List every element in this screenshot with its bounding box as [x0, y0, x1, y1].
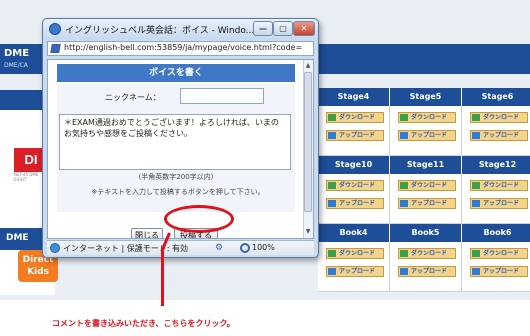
upload-button[interactable]: アップロード — [470, 266, 528, 277]
grid-cell: ダウンロード アップロード — [462, 174, 530, 224]
upload-button[interactable]: アップロード — [326, 130, 384, 141]
submit-highlight-circle — [164, 205, 234, 233]
upload-icon — [400, 200, 408, 207]
download-button[interactable]: ダウンロード — [470, 180, 528, 191]
download-icon — [328, 114, 336, 121]
upload-button[interactable]: アップロード — [398, 130, 456, 141]
grid-cell: ダウンロード アップロード — [318, 174, 390, 224]
download-button[interactable]: ダウンロード — [326, 112, 384, 123]
zoom-icon[interactable] — [240, 243, 250, 253]
download-icon — [400, 182, 408, 189]
instruction-text: ※テキストを入力して投稿するボタンを押して下さい。 — [91, 188, 265, 196]
download-icon — [400, 114, 408, 121]
site-subtitle: DME/CA — [4, 62, 28, 69]
grid-cell: ダウンロード アップロード — [390, 174, 462, 224]
grid-cell: ダウンロード アップロード — [390, 242, 462, 292]
download-button[interactable]: ダウンロード — [398, 112, 456, 123]
grid-header: Stage6 — [462, 88, 530, 106]
download-icon — [472, 182, 480, 189]
upload-icon — [472, 268, 480, 275]
upload-button[interactable]: アップロード — [398, 266, 456, 277]
download-icon — [400, 250, 408, 257]
minimize-button[interactable]: — — [253, 21, 273, 36]
grid-header: Stage11 — [390, 156, 462, 174]
upload-icon — [472, 132, 480, 139]
char-limit-hint: (半角英数字200字以内) — [138, 173, 214, 181]
nickname-label: ニックネーム： — [105, 93, 161, 102]
upload-icon — [328, 200, 336, 207]
grid-cell: ダウンロード アップロード — [462, 106, 530, 156]
upload-button[interactable]: アップロード — [470, 130, 528, 141]
status-text: インターネット | 保護モード: 有効 — [63, 244, 189, 253]
status-bar: インターネット | 保護モード: 有効 ⚙ 100% — [47, 240, 314, 255]
scroll-down-icon[interactable]: ▼ — [304, 227, 312, 236]
maximize-button[interactable]: ▢ — [273, 21, 293, 36]
annotation-caption: コメントを書き込みいただき、こちらをクリック。 — [52, 319, 235, 328]
band-label: DME — [6, 233, 29, 243]
download-button[interactable]: ダウンロード — [398, 180, 456, 191]
address-bar[interactable]: http://english-bell.com:53859/ja/mypage/… — [47, 41, 314, 56]
annotation-arrow-line — [161, 251, 164, 306]
download-icon — [328, 182, 336, 189]
download-button[interactable]: ダウンロード — [326, 248, 384, 259]
upload-icon — [328, 132, 336, 139]
upload-icon — [472, 200, 480, 207]
scroll-thumb[interactable] — [304, 72, 312, 212]
grid-header: Stage4 — [318, 88, 390, 106]
voice-form: ニックネーム： ＊EXAM通過おめでとうございます！よろしければ、いまのお気持ち… — [57, 84, 295, 212]
grid-cell: ダウンロード アップロード — [318, 106, 390, 156]
upload-icon — [400, 132, 408, 139]
close-button[interactable]: 閉じる — [131, 228, 163, 238]
grid-cell: ダウンロード アップロード — [318, 242, 390, 292]
grid-header: Book6 — [462, 224, 530, 242]
close-window-button[interactable]: ✕ — [293, 21, 315, 36]
upload-icon — [328, 268, 336, 275]
globe-icon — [50, 243, 60, 253]
scroll-up-icon[interactable]: ▲ — [304, 61, 312, 70]
download-button[interactable]: ダウンロード — [470, 112, 528, 123]
upload-icon — [400, 268, 408, 275]
download-icon — [472, 114, 480, 121]
grid-cell: ダウンロード アップロード — [462, 242, 530, 292]
scrollbar[interactable]: ▲ ▼ — [303, 60, 313, 238]
download-button[interactable]: ダウンロード — [326, 180, 384, 191]
grid-header: Book5 — [390, 224, 462, 242]
download-button[interactable]: ダウンロード — [398, 248, 456, 259]
grid-cell: ダウンロード アップロード — [390, 106, 462, 156]
comment-textarea[interactable]: ＊EXAM通過おめでとうございます！よろしければ、いまのお気持ちや感想をご投稿く… — [59, 114, 291, 170]
grid-header: Stage12 — [462, 156, 530, 174]
upload-button[interactable]: アップロード — [326, 198, 384, 209]
title-bar[interactable]: イングリッシュベル英会話：ボイス - Windo... — ▢ ✕ — [43, 19, 318, 39]
upload-button[interactable]: アップロード — [398, 198, 456, 209]
zoom-level[interactable]: 100% — [252, 243, 275, 252]
grid-header: Stage5 — [390, 88, 462, 106]
section-title: ボイスを書く — [57, 64, 295, 82]
download-icon — [328, 250, 336, 257]
window-title: イングリッシュベル英会話：ボイス - Windo... — [65, 26, 255, 36]
upload-button[interactable]: アップロード — [326, 266, 384, 277]
grid-header: Book4 — [318, 224, 390, 242]
nickname-input[interactable] — [180, 88, 264, 104]
download-icon — [472, 250, 480, 257]
site-logo: DME — [4, 48, 30, 59]
address-url: http://english-bell.com:53859/ja/mypage/… — [64, 43, 303, 52]
ie-icon — [49, 23, 61, 35]
download-button[interactable]: ダウンロード — [470, 248, 528, 259]
grid-header: Stage10 — [318, 156, 390, 174]
page-icon — [50, 44, 61, 53]
gear-icon[interactable]: ⚙ — [215, 243, 225, 253]
upload-button[interactable]: アップロード — [470, 198, 528, 209]
